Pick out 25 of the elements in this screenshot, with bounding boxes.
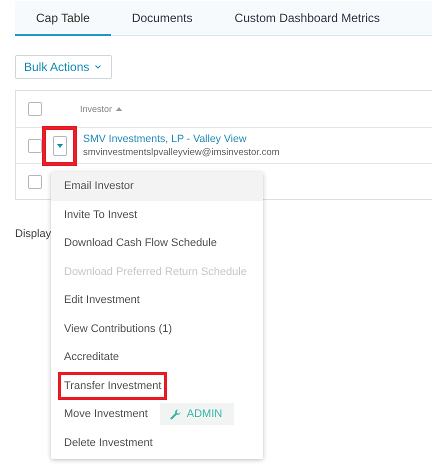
menu-item[interactable]: Delete Investment: [51, 428, 263, 457]
menu-item[interactable]: Email Investor: [51, 172, 263, 200]
bulk-actions-button[interactable]: Bulk Actions: [15, 55, 112, 79]
menu-item[interactable]: Invite To Invest: [51, 200, 263, 229]
tab[interactable]: Cap Table: [15, 1, 111, 36]
menu-item[interactable]: Move Investment ADMIN: [51, 400, 263, 428]
checkbox[interactable]: [28, 174, 42, 188]
investor-email: smvinvestmentslpvalleyview@imsinvestor.com: [83, 147, 280, 158]
display-text: Display: [15, 228, 52, 240]
column-header[interactable]: Investor: [80, 104, 112, 114]
tab[interactable]: Documents: [110, 1, 214, 36]
tab[interactable]: Custom Dashboard Metrics: [214, 1, 401, 36]
menu-item[interactable]: View Contributions (1): [51, 314, 263, 343]
menu-item[interactable]: Download Cash Flow Schedule: [51, 229, 263, 258]
wrench-icon: [170, 408, 181, 420]
checkbox[interactable]: [28, 102, 42, 116]
menu-item[interactable]: Edit Investment: [51, 286, 263, 314]
sort-icon[interactable]: [116, 107, 122, 111]
caret-icon: [56, 144, 62, 148]
checkbox[interactable]: [28, 138, 42, 152]
admin-badge: ADMIN: [160, 403, 234, 426]
menu-item[interactable]: Accreditate: [51, 343, 263, 372]
chevron-icon: [95, 65, 102, 69]
investor-link[interactable]: SMV Investments, LP - Valley View: [83, 133, 280, 145]
dropdown-toggle[interactable]: [52, 136, 66, 156]
